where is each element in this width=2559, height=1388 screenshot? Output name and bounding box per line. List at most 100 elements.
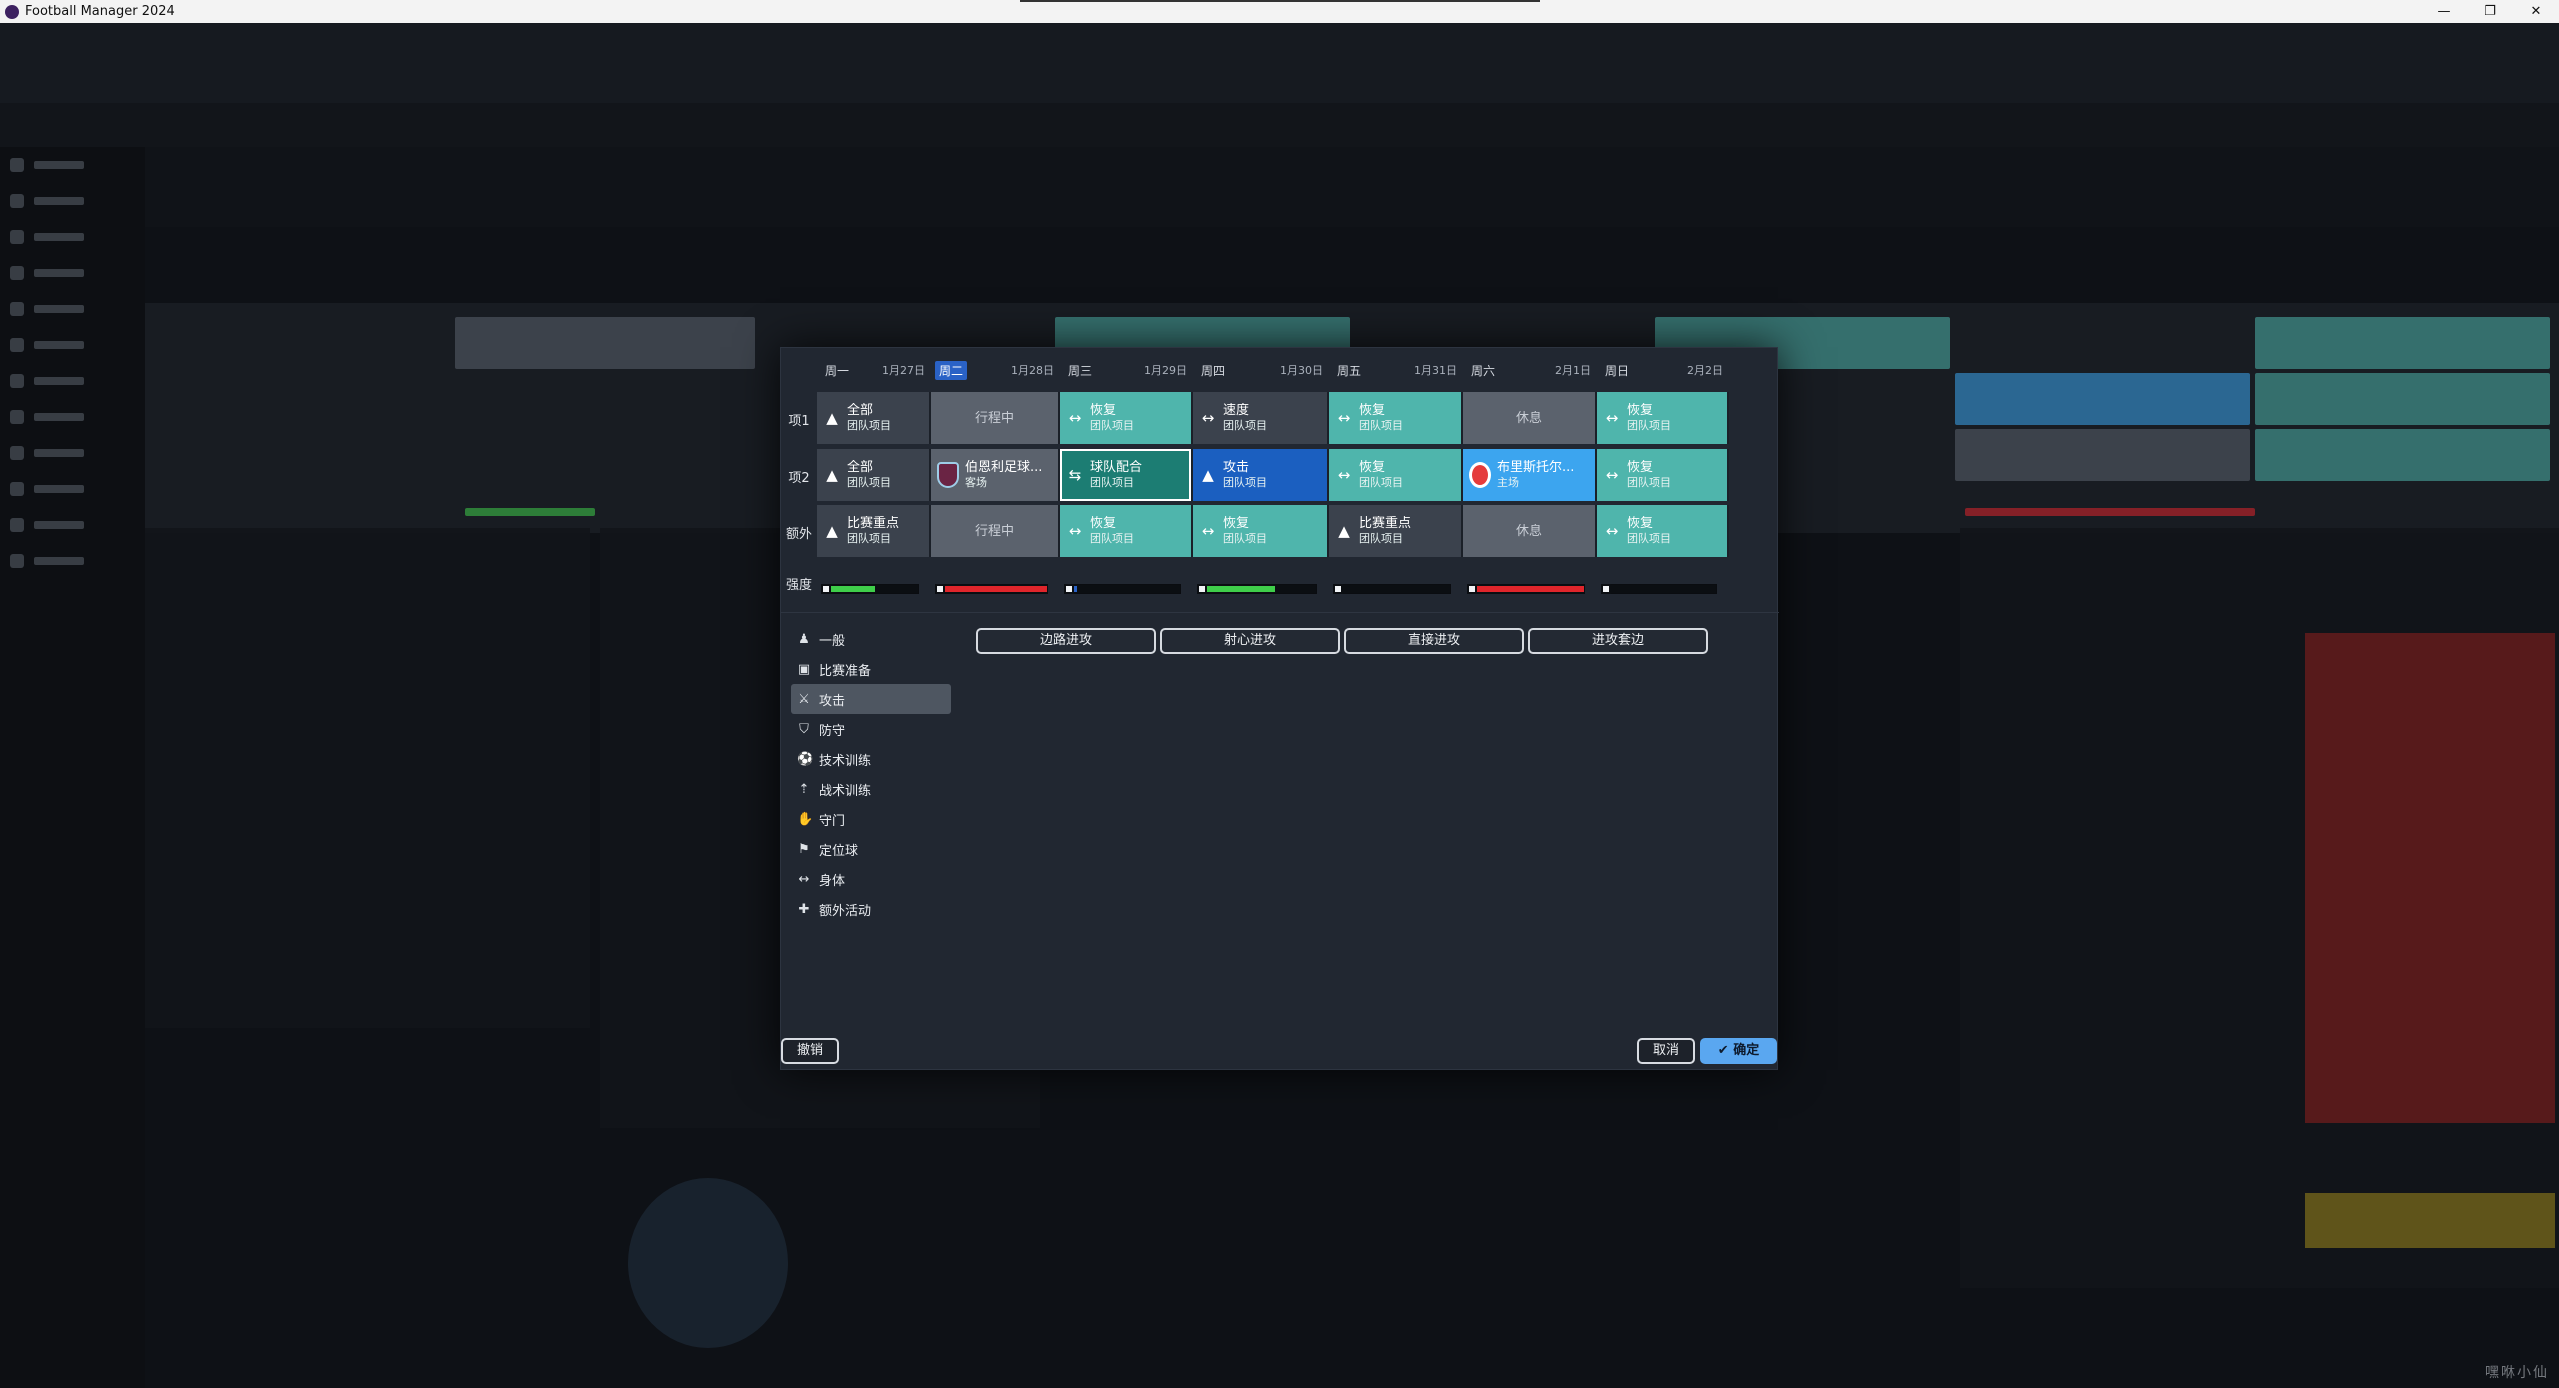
category-item[interactable]: ♟ 一般 [791, 624, 951, 654]
undo-button[interactable]: 撤销 [781, 1038, 839, 1064]
option-wing-attack-button[interactable]: 边路进攻 [976, 628, 1156, 654]
session-subtitle: 团队项目 [847, 532, 891, 545]
category-item[interactable]: ⚽ 技术训练 [791, 744, 951, 774]
session-subtitle: 团队项目 [1090, 532, 1134, 545]
training-session-cell[interactable]: ↔ 恢复 团队项目 [1597, 392, 1729, 444]
category-item[interactable]: ✋ 守门 [791, 804, 951, 834]
close-button[interactable]: ✕ [2513, 0, 2559, 23]
category-item[interactable]: ↔ 身体 [791, 864, 951, 894]
bristol-crest-icon [1469, 462, 1491, 488]
day-date: 1月28日 [1011, 364, 1054, 377]
session-title: 恢复 [1359, 460, 1386, 475]
training-session-cell[interactable]: ↔ 恢复 团队项目 [1597, 505, 1729, 557]
category-icon: ↔ [798, 871, 810, 887]
category-label: 额外活动 [819, 903, 872, 919]
session-type-icon: ↔ [1068, 409, 1082, 427]
training-session-cell[interactable]: 行程中 [931, 505, 1060, 557]
session-subtitle: 团队项目 [1359, 532, 1403, 545]
training-session-cell[interactable]: ▲ 比赛重点 团队项目 [817, 505, 931, 557]
training-session-cell[interactable]: ↔ 恢复 团队项目 [1329, 449, 1463, 501]
training-session-cell[interactable]: ▲ 全部 团队项目 [817, 392, 931, 444]
session-type-icon: ↔ [1068, 522, 1082, 540]
category-label: 比赛准备 [819, 663, 872, 679]
background-topbar [0, 23, 2559, 103]
session-type-icon: ⇆ [1068, 466, 1082, 484]
day-header: 周四 1月30日 [1193, 360, 1327, 380]
day-header: 周六 2月1日 [1463, 360, 1595, 380]
training-session-cell[interactable]: 休息 [1463, 505, 1597, 557]
option-direct-attack-button[interactable]: 直接进攻 [1344, 628, 1524, 654]
training-session-cell[interactable]: ↔ 恢复 团队项目 [1193, 505, 1329, 557]
category-icon: ⚽ [797, 751, 814, 767]
session-subtitle: 团队项目 [1090, 419, 1134, 432]
session-subtitle: 客场 [965, 476, 987, 489]
background-status-column [2305, 633, 2555, 1123]
training-session-cell[interactable]: ↔ 恢复 团队项目 [1597, 449, 1729, 501]
session-subtitle: 团队项目 [1223, 419, 1267, 432]
app-icon [5, 4, 19, 19]
intensity-bar [1197, 584, 1317, 594]
burnley-crest-icon [937, 462, 959, 488]
category-label: 一般 [819, 633, 846, 649]
category-icon: ⛉ [799, 721, 809, 737]
session-type-icon: ▲ [826, 409, 838, 427]
training-session-cell[interactable]: ▲ 攻击 团队项目 [1193, 449, 1329, 501]
option-overlap-attack-button[interactable]: 进攻套边 [1528, 628, 1708, 654]
intensity-label: 强度 [785, 578, 812, 593]
category-item[interactable]: ⇡ 战术训练 [791, 774, 951, 804]
category-icon: ✚ [798, 901, 810, 917]
category-item[interactable]: ▣ 比赛准备 [791, 654, 951, 684]
day-name: 周五 [1337, 363, 1362, 378]
training-session-cell[interactable]: ↔ 恢复 团队项目 [1329, 392, 1463, 444]
day-name: 周一 [825, 363, 850, 378]
session-title: 速度 [1223, 403, 1250, 418]
day-header: 周三 1月29日 [1060, 360, 1191, 380]
session-title: 全部 [847, 460, 874, 475]
day-date: 2月1日 [1555, 364, 1591, 377]
session-title: 攻击 [1223, 460, 1250, 475]
titlebar-indicator [1020, 0, 1540, 2]
category-label: 技术训练 [819, 753, 872, 769]
category-item[interactable]: ✚ 额外活动 [791, 894, 951, 924]
category-label: 攻击 [819, 693, 846, 709]
training-session-cell[interactable]: 休息 [1463, 392, 1597, 444]
category-item[interactable]: ⚑ 定位球 [791, 834, 951, 864]
session-subtitle: 团队项目 [1359, 476, 1403, 489]
session-title: 恢复 [1090, 516, 1117, 531]
session-title: 恢复 [1223, 516, 1250, 531]
training-session-cell[interactable]: 伯恩利足球... 客场 [931, 449, 1060, 501]
session-subtitle: 团队项目 [1627, 532, 1671, 545]
section-divider [781, 612, 1779, 613]
category-item[interactable]: ⚔ 攻击 [791, 684, 951, 714]
category-label: 定位球 [819, 843, 859, 859]
cancel-button[interactable]: 取消 [1637, 1038, 1695, 1064]
intensity-fill [1468, 586, 1584, 592]
session-type-icon: ▲ [1338, 522, 1350, 540]
training-session-cell[interactable]: ↔ 恢复 团队项目 [1060, 392, 1193, 444]
intensity-bar [1064, 584, 1181, 594]
option-central-attack-button[interactable]: 射心进攻 [1160, 628, 1340, 654]
intensity-marker [1333, 584, 1343, 594]
training-session-cell[interactable]: ↔ 恢复 团队项目 [1060, 505, 1193, 557]
training-session-cell[interactable]: 布里斯托尔... 主场 [1463, 449, 1597, 501]
window-title: Football Manager 2024 [25, 4, 175, 19]
intensity-bar [1467, 584, 1585, 594]
category-item[interactable]: ⛉ 防守 [791, 714, 951, 744]
session-title: 恢复 [1359, 403, 1386, 418]
maximize-button[interactable]: ❐ [2467, 0, 2513, 23]
day-date: 1月30日 [1280, 364, 1323, 377]
training-session-cell[interactable]: ↔ 速度 团队项目 [1193, 392, 1329, 444]
minimize-button[interactable]: — [2421, 0, 2467, 23]
session-subtitle: 团队项目 [847, 419, 891, 432]
training-session-cell[interactable]: ⇆ 球队配合 团队项目 [1060, 449, 1193, 501]
session-title: 伯恩利足球... [965, 460, 1043, 475]
confirm-button[interactable]: ✔ 确定 [1700, 1038, 1777, 1064]
training-session-cell[interactable]: ▲ 比赛重点 团队项目 [1329, 505, 1463, 557]
training-session-cell[interactable]: ▲ 全部 团队项目 [817, 449, 931, 501]
training-session-cell[interactable]: 行程中 [931, 392, 1060, 444]
session-title: 球队配合 [1090, 460, 1143, 475]
calendar-header: 周一 1月27日 周二 1月28日 周三 1月29日 周四 1月30日 周五 1月31日 周六 2月1… [781, 360, 1779, 382]
session-type-icon: ↔ [1605, 522, 1619, 540]
session-type-icon: ▲ [1202, 466, 1214, 484]
background-pie-chart [628, 1178, 788, 1348]
